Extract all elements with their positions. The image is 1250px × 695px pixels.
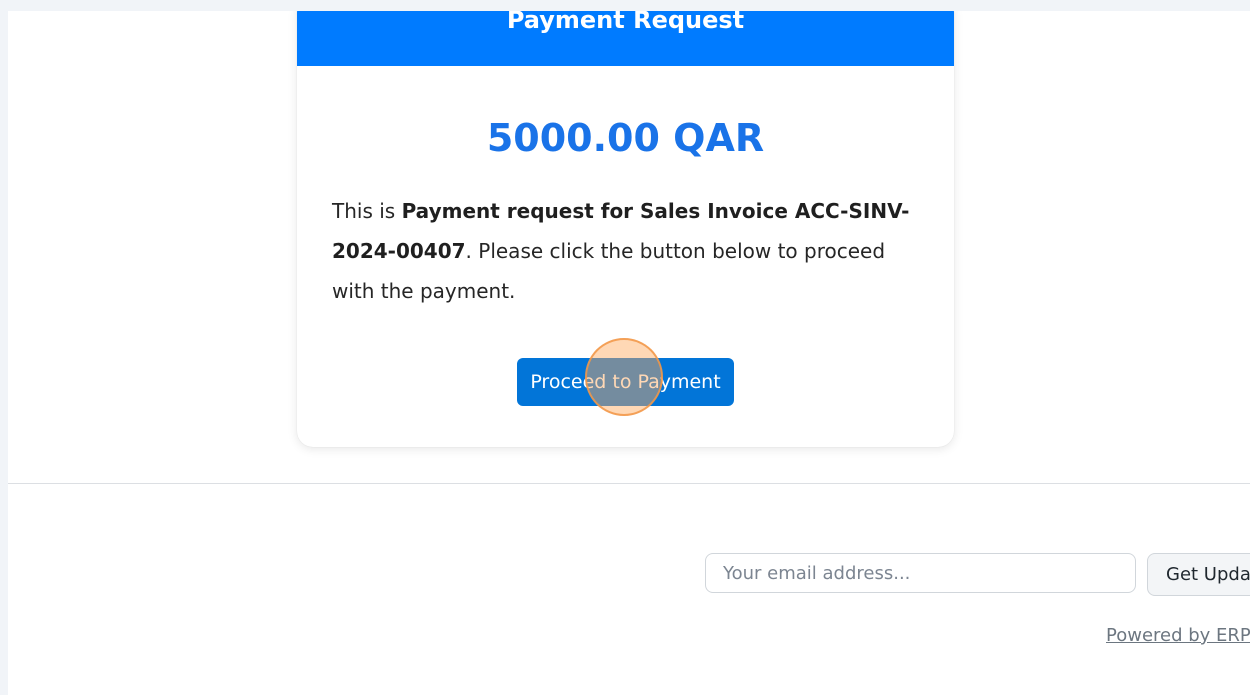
proceed-to-payment-button[interactable]: Proceed to Payment: [517, 358, 734, 406]
footer-divider: [8, 483, 1250, 484]
card-body: 5000.00 QAR This is Payment request for …: [297, 113, 954, 406]
email-input[interactable]: [705, 553, 1136, 593]
card-header: Payment Request: [297, 11, 954, 66]
payment-amount: 5000.00 QAR: [486, 116, 765, 160]
powered-by-link[interactable]: Powered by ERPNext: [1106, 625, 1250, 646]
message-prefix: This is: [332, 199, 402, 223]
page-viewport: Payment Request 5000.00 QAR This is Paym…: [8, 11, 1250, 695]
payment-message: This is Payment request for Sales Invoic…: [332, 191, 919, 311]
card-title: Payment Request: [506, 11, 745, 34]
payment-request-card: Payment Request 5000.00 QAR This is Paym…: [297, 11, 954, 447]
get-updates-button[interactable]: Get Updates: [1147, 553, 1250, 596]
